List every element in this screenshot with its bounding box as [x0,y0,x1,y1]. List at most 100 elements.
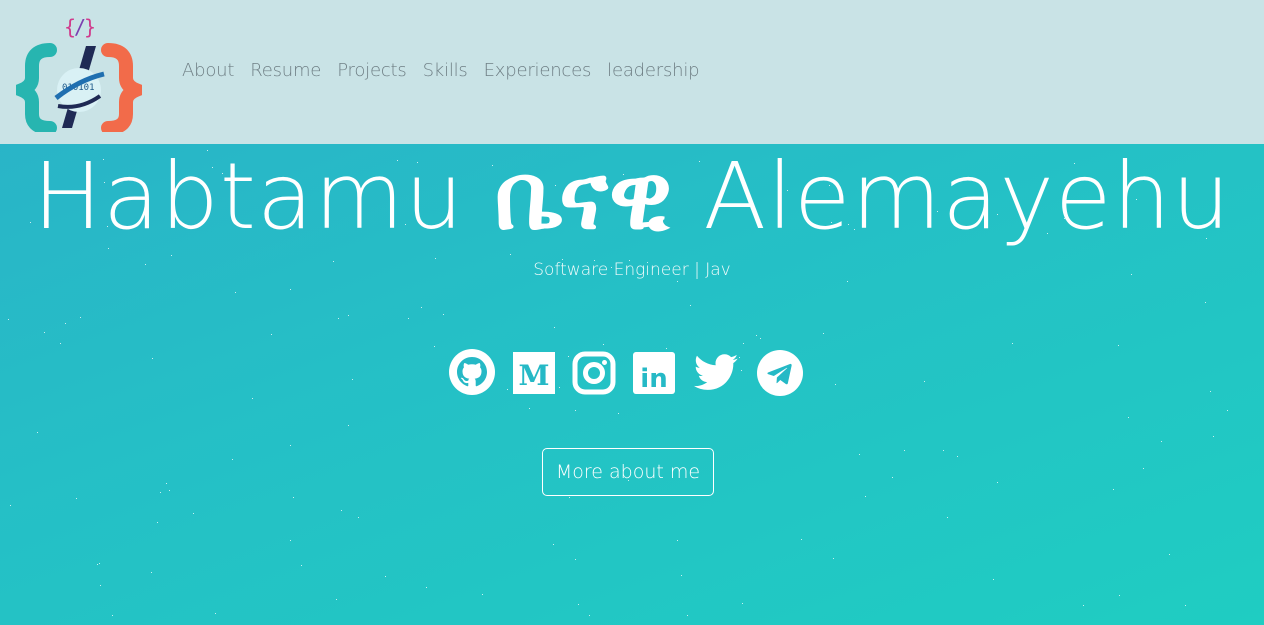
star [859,454,860,455]
star [865,496,866,497]
star [160,492,161,493]
medium-icon[interactable]: M [512,348,556,396]
hero-title: Habtamu ቤናዊ Alemayehu [0,146,1264,247]
star [1128,417,1129,418]
star [589,615,590,616]
star [100,585,101,586]
logo[interactable]: { / } 010101 [3,10,155,135]
star [8,319,9,320]
star [112,615,113,616]
github-icon[interactable] [448,348,496,396]
star [756,335,757,336]
star [1210,391,1211,392]
star [1113,489,1114,490]
star [833,558,834,559]
star [760,338,761,339]
star [553,544,554,545]
star [618,413,619,414]
star [358,517,359,518]
twitter-icon[interactable] [692,348,740,396]
nav-link-leadership[interactable]: leadership [599,60,707,81]
amharic-name: ቤናዊ [494,142,674,250]
star [835,384,836,385]
star [348,425,349,426]
star [1161,441,1162,442]
first-name: Habtamu [32,143,465,250]
star [690,305,691,306]
star [1169,554,1170,555]
star [10,505,11,506]
star [578,604,579,605]
star [603,344,604,345]
star [1205,302,1206,303]
star [232,459,233,460]
nav-link-resume[interactable]: Resume [242,60,329,81]
star [510,254,511,255]
star [529,408,530,409]
nav-link-projects[interactable]: Projects [329,60,414,81]
star [290,445,291,446]
star [235,292,236,293]
star [434,346,435,347]
star [385,576,386,577]
star [1012,343,1013,344]
nav-link-skills[interactable]: Skills [415,60,476,81]
star [947,517,948,518]
hero-subtitle: Software Engineer | Jav [533,260,731,280]
star [892,477,893,478]
star [993,579,994,580]
star [801,539,802,540]
star [904,450,905,451]
star [44,332,45,333]
star [215,613,216,614]
more-about-me-button[interactable]: More about me [542,448,714,496]
star [171,255,172,256]
star [687,615,688,616]
star [193,513,194,514]
star [290,289,291,290]
star [166,483,167,484]
star [823,333,824,334]
star [742,603,743,604]
star [151,572,152,573]
star [348,315,349,316]
star [1213,436,1214,437]
star [743,343,744,344]
star [569,497,570,498]
star [341,510,342,511]
star [169,490,170,491]
star [677,281,678,282]
star [943,450,944,451]
linkedin-glyph: in [640,364,667,394]
medium-glyph: M [519,359,550,392]
star [271,334,272,335]
star [252,398,253,399]
star [408,318,409,319]
star [957,456,958,457]
svg-text:}: } [84,15,96,39]
star [352,379,353,380]
star [293,497,294,498]
star [99,563,100,564]
star [847,281,848,282]
navbar: { / } 010101 About Resume Projects Skill… [0,0,1264,144]
nav-link-experiences[interactable]: Experiences [476,60,600,81]
star [1083,605,1084,606]
nav-link-about[interactable]: About [174,60,242,81]
linkedin-icon[interactable]: in [632,348,676,396]
star [80,317,81,318]
nav-links: About Resume Projects Skills Experiences… [174,60,707,81]
star [924,381,925,382]
star [681,575,682,576]
star [152,358,153,359]
star [290,540,291,541]
star [1185,605,1186,606]
star [1227,410,1228,411]
instagram-icon[interactable] [572,348,616,396]
star [336,599,337,600]
star [997,482,998,483]
telegram-icon[interactable] [756,348,804,396]
star [443,314,444,315]
star [157,522,158,523]
star [575,410,576,411]
